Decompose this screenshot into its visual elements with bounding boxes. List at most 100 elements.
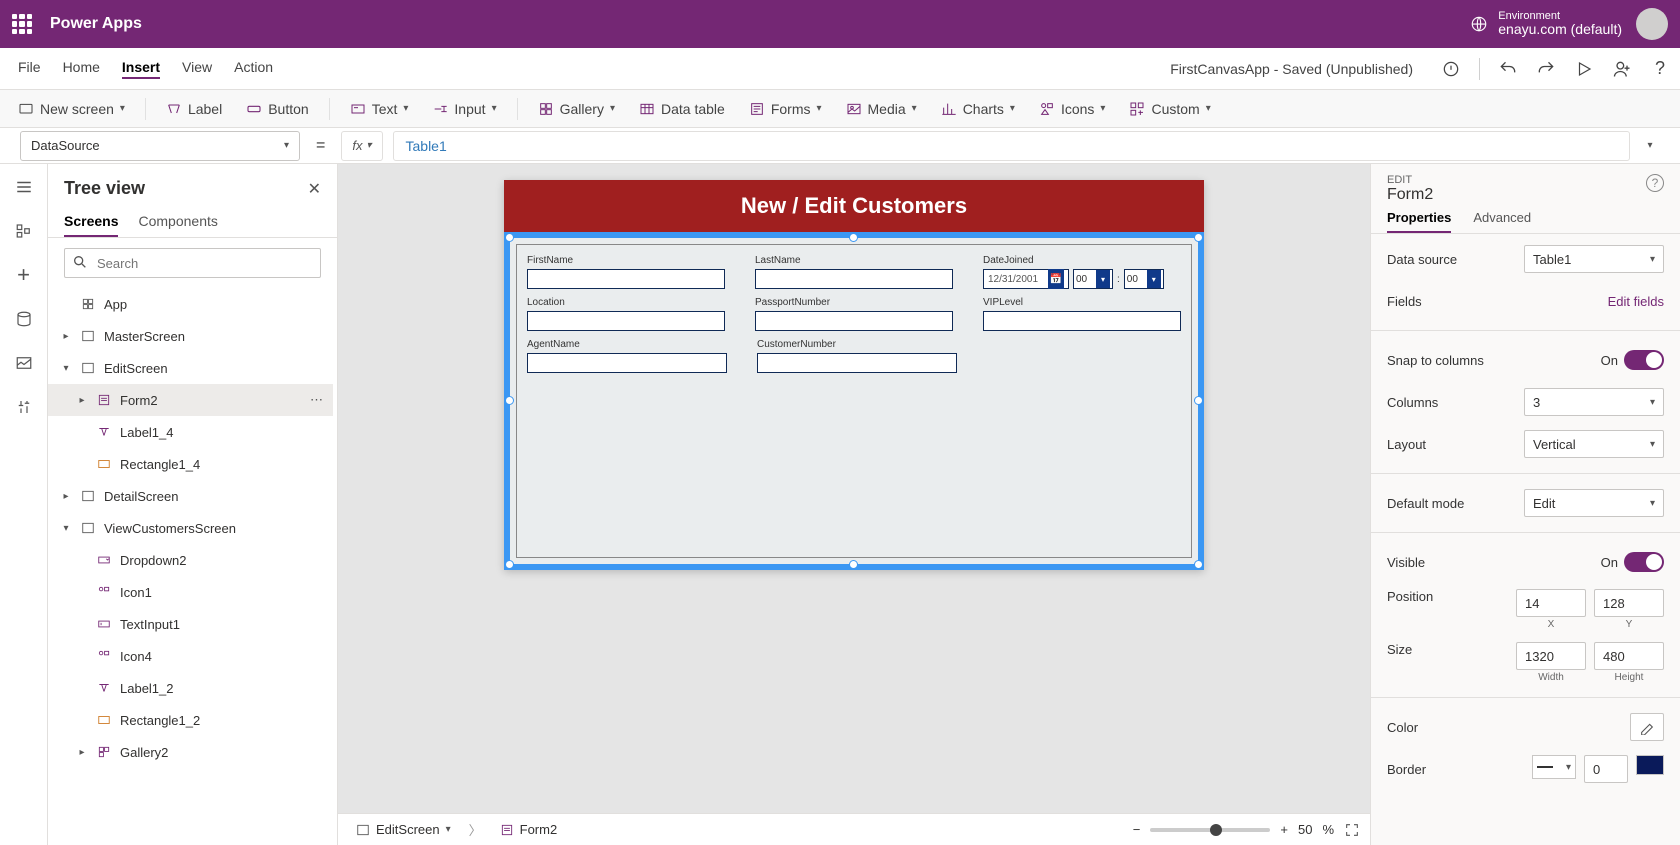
close-icon[interactable]: ✕ — [308, 179, 321, 199]
minute-dropdown[interactable]: 00▾ — [1124, 269, 1164, 289]
border-width-input[interactable]: 0 — [1584, 755, 1628, 783]
form2-selection[interactable]: FirstName LastName DateJoined 12/31/200 — [504, 232, 1204, 570]
pos-x-input[interactable]: 14 — [1516, 589, 1586, 617]
hamburger-icon[interactable] — [13, 176, 35, 198]
resize-handle[interactable] — [849, 233, 858, 242]
pos-y-input[interactable]: 128 — [1594, 589, 1664, 617]
lastname-input[interactable] — [755, 269, 953, 289]
tree-item-form2[interactable]: ▸Form2⋯ — [48, 384, 333, 416]
waffle-icon[interactable] — [12, 14, 32, 34]
resize-handle[interactable] — [1194, 233, 1203, 242]
edit-fields-link[interactable]: Edit fields — [1608, 294, 1664, 309]
breadcrumb-screen[interactable]: EditScreen▾ — [348, 820, 459, 839]
defaultmode-select[interactable]: Edit▾ — [1524, 489, 1664, 517]
resize-handle[interactable] — [1194, 396, 1203, 405]
resize-handle[interactable] — [849, 560, 858, 569]
tree-item-view[interactable]: ▾ViewCustomersScreen — [48, 512, 333, 544]
agent-input[interactable] — [527, 353, 727, 373]
zoom-slider[interactable] — [1150, 828, 1270, 832]
date-input[interactable]: 12/31/2001📅 — [983, 269, 1069, 289]
more-icon[interactable]: ⋯ — [310, 392, 323, 408]
menu-file[interactable]: File — [18, 59, 41, 79]
tree-item-dropdown2[interactable]: Dropdown2 — [48, 544, 333, 576]
info-icon[interactable]: ? — [1646, 174, 1664, 192]
tree-item-label12[interactable]: Label1_2 — [48, 672, 333, 704]
breadcrumb-control[interactable]: Form2 — [492, 820, 566, 839]
prop-tab-advanced[interactable]: Advanced — [1473, 210, 1531, 233]
custnum-input[interactable] — [757, 353, 957, 373]
data-rail-icon[interactable] — [13, 308, 35, 330]
insert-rail-icon[interactable]: + — [13, 264, 35, 286]
text-menu[interactable]: Text▾ — [342, 97, 417, 121]
tree-item-gallery2[interactable]: ▸Gallery2 — [48, 736, 333, 768]
formula-input[interactable]: Table1 — [393, 131, 1631, 161]
canvas-frame[interactable]: New / Edit Customers FirstName — [504, 180, 1204, 570]
environment-picker[interactable]: Environment enayu.com (default) — [1470, 10, 1622, 37]
tools-rail-icon[interactable] — [13, 396, 35, 418]
columns-select[interactable]: 3▾ — [1524, 388, 1664, 416]
resize-handle[interactable] — [1194, 560, 1203, 569]
datatable-button[interactable]: Data table — [631, 97, 733, 121]
media-rail-icon[interactable] — [13, 352, 35, 374]
icons-menu[interactable]: Icons▾ — [1031, 97, 1114, 121]
label-button[interactable]: Label — [158, 97, 230, 121]
height-input[interactable]: 480 — [1594, 642, 1664, 670]
tree-item-app[interactable]: App — [48, 288, 333, 320]
menu-insert[interactable]: Insert — [122, 59, 160, 79]
custom-menu[interactable]: Custom▾ — [1121, 97, 1218, 121]
tree-rail-icon[interactable] — [13, 220, 35, 242]
border-style-select[interactable]: ▾ — [1532, 755, 1576, 779]
hour-dropdown[interactable]: 00▾ — [1073, 269, 1113, 289]
gallery-menu[interactable]: Gallery▾ — [530, 97, 623, 121]
zoom-out-button[interactable]: − — [1133, 822, 1141, 837]
color-picker[interactable] — [1630, 713, 1664, 741]
tree-item-label14[interactable]: Label1_4 — [48, 416, 333, 448]
vip-input[interactable] — [983, 311, 1181, 331]
tree-item-edit[interactable]: ▾EditScreen — [48, 352, 333, 384]
menu-action[interactable]: Action — [234, 59, 273, 79]
tree-item-detail[interactable]: ▸DetailScreen — [48, 480, 333, 512]
tree-item-icon4[interactable]: Icon4 — [48, 640, 333, 672]
prop-tab-properties[interactable]: Properties — [1387, 210, 1451, 233]
media-menu[interactable]: Media▾ — [838, 97, 925, 121]
button-button[interactable]: Button — [238, 97, 316, 121]
undo-icon[interactable] — [1498, 59, 1518, 79]
new-screen-button[interactable]: New screen▾ — [10, 97, 133, 121]
property-selector[interactable]: DataSource ▾ — [20, 131, 300, 161]
border-color-swatch[interactable] — [1636, 755, 1664, 775]
search-input[interactable] — [64, 248, 321, 278]
help-icon[interactable]: ? — [1650, 59, 1670, 79]
menu-home[interactable]: Home — [63, 59, 100, 79]
tree-tab-screens[interactable]: Screens — [64, 213, 118, 237]
resize-handle[interactable] — [505, 560, 514, 569]
menu-view[interactable]: View — [182, 59, 212, 79]
redo-icon[interactable] — [1536, 59, 1556, 79]
location-input[interactable] — [527, 311, 725, 331]
resize-handle[interactable] — [505, 233, 514, 242]
avatar[interactable] — [1636, 8, 1668, 40]
visible-toggle[interactable] — [1624, 552, 1664, 572]
share-icon[interactable] — [1612, 59, 1632, 79]
tree-item-textinput1[interactable]: TextInput1 — [48, 608, 333, 640]
forms-menu[interactable]: Forms▾ — [741, 97, 830, 121]
fit-icon[interactable] — [1344, 822, 1360, 838]
charts-menu[interactable]: Charts▾ — [933, 97, 1023, 121]
width-input[interactable]: 1320 — [1516, 642, 1586, 670]
snap-toggle[interactable] — [1624, 350, 1664, 370]
tree-item-rect12[interactable]: Rectangle1_2 — [48, 704, 333, 736]
input-menu[interactable]: Input▾ — [424, 97, 504, 121]
zoom-in-button[interactable]: + — [1280, 822, 1288, 837]
firstname-input[interactable] — [527, 269, 725, 289]
tree-item-rect14[interactable]: Rectangle1_4 — [48, 448, 333, 480]
passport-input[interactable] — [755, 311, 953, 331]
calendar-icon[interactable]: 📅 — [1048, 269, 1064, 289]
expand-formula-icon[interactable]: ▾ — [1640, 140, 1660, 151]
layout-select[interactable]: Vertical▾ — [1524, 430, 1664, 458]
play-icon[interactable] — [1574, 59, 1594, 79]
tree-tab-components[interactable]: Components — [138, 213, 217, 237]
app-checker-icon[interactable] — [1441, 59, 1461, 79]
resize-handle[interactable] — [505, 396, 514, 405]
datasource-select[interactable]: Table1▾ — [1524, 245, 1664, 273]
tree-item-master[interactable]: ▸MasterScreen — [48, 320, 333, 352]
fx-button[interactable]: fx▾ — [341, 131, 382, 161]
